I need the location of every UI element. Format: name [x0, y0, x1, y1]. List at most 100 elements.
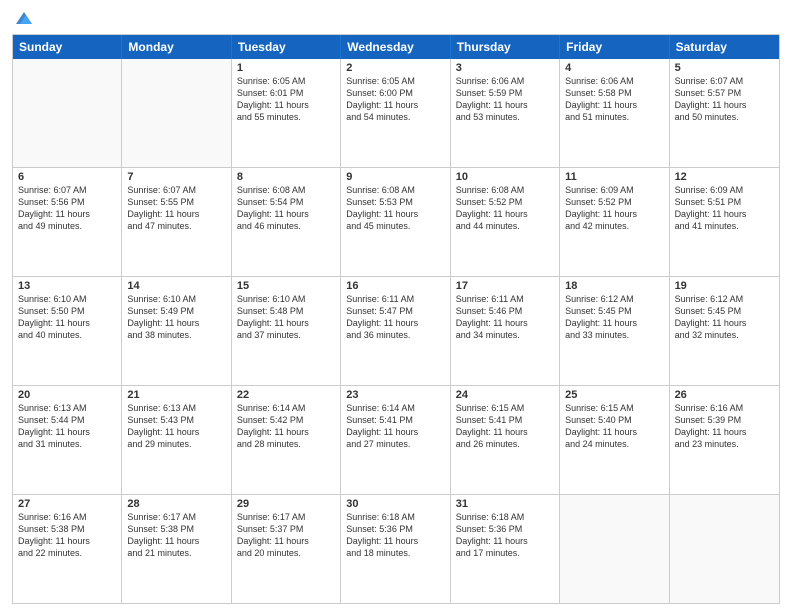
cell-text: Sunrise: 6:17 AMSunset: 5:38 PMDaylight:…	[127, 511, 225, 560]
day-number: 19	[675, 280, 774, 292]
calendar-cell: 16Sunrise: 6:11 AMSunset: 5:47 PMDayligh…	[341, 277, 450, 385]
day-number: 23	[346, 389, 444, 401]
calendar-cell: 4Sunrise: 6:06 AMSunset: 5:58 PMDaylight…	[560, 59, 669, 167]
day-number: 8	[237, 171, 335, 183]
cell-text: Sunrise: 6:12 AMSunset: 5:45 PMDaylight:…	[565, 293, 663, 342]
calendar-cell: 27Sunrise: 6:16 AMSunset: 5:38 PMDayligh…	[13, 495, 122, 603]
day-number: 12	[675, 171, 774, 183]
calendar-cell	[670, 495, 779, 603]
calendar-cell: 3Sunrise: 6:06 AMSunset: 5:59 PMDaylight…	[451, 59, 560, 167]
day-number: 31	[456, 498, 554, 510]
cell-text: Sunrise: 6:15 AMSunset: 5:40 PMDaylight:…	[565, 402, 663, 451]
day-number: 16	[346, 280, 444, 292]
day-number: 27	[18, 498, 116, 510]
day-number: 29	[237, 498, 335, 510]
day-number: 11	[565, 171, 663, 183]
day-number: 5	[675, 62, 774, 74]
cell-text: Sunrise: 6:18 AMSunset: 5:36 PMDaylight:…	[456, 511, 554, 560]
calendar-cell: 15Sunrise: 6:10 AMSunset: 5:48 PMDayligh…	[232, 277, 341, 385]
calendar-cell: 24Sunrise: 6:15 AMSunset: 5:41 PMDayligh…	[451, 386, 560, 494]
day-number: 3	[456, 62, 554, 74]
day-number: 14	[127, 280, 225, 292]
cell-text: Sunrise: 6:06 AMSunset: 5:59 PMDaylight:…	[456, 75, 554, 124]
weekday-header-tuesday: Tuesday	[232, 35, 341, 59]
calendar-cell: 1Sunrise: 6:05 AMSunset: 6:01 PMDaylight…	[232, 59, 341, 167]
calendar-cell: 17Sunrise: 6:11 AMSunset: 5:46 PMDayligh…	[451, 277, 560, 385]
calendar-cell: 26Sunrise: 6:16 AMSunset: 5:39 PMDayligh…	[670, 386, 779, 494]
calendar-cell: 8Sunrise: 6:08 AMSunset: 5:54 PMDaylight…	[232, 168, 341, 276]
cell-text: Sunrise: 6:05 AMSunset: 6:01 PMDaylight:…	[237, 75, 335, 124]
weekday-header-saturday: Saturday	[670, 35, 779, 59]
day-number: 13	[18, 280, 116, 292]
cell-text: Sunrise: 6:14 AMSunset: 5:42 PMDaylight:…	[237, 402, 335, 451]
cell-text: Sunrise: 6:11 AMSunset: 5:46 PMDaylight:…	[456, 293, 554, 342]
header	[12, 10, 780, 28]
calendar-cell	[13, 59, 122, 167]
day-number: 2	[346, 62, 444, 74]
calendar-cell	[560, 495, 669, 603]
calendar-header: SundayMondayTuesdayWednesdayThursdayFrid…	[13, 35, 779, 59]
calendar-row: 13Sunrise: 6:10 AMSunset: 5:50 PMDayligh…	[13, 277, 779, 386]
calendar-cell: 10Sunrise: 6:08 AMSunset: 5:52 PMDayligh…	[451, 168, 560, 276]
logo	[12, 10, 34, 28]
day-number: 10	[456, 171, 554, 183]
page: SundayMondayTuesdayWednesdayThursdayFrid…	[0, 0, 792, 612]
day-number: 22	[237, 389, 335, 401]
calendar-cell: 14Sunrise: 6:10 AMSunset: 5:49 PMDayligh…	[122, 277, 231, 385]
day-number: 15	[237, 280, 335, 292]
calendar-cell: 29Sunrise: 6:17 AMSunset: 5:37 PMDayligh…	[232, 495, 341, 603]
cell-text: Sunrise: 6:08 AMSunset: 5:54 PMDaylight:…	[237, 184, 335, 233]
calendar-cell	[122, 59, 231, 167]
calendar-row: 20Sunrise: 6:13 AMSunset: 5:44 PMDayligh…	[13, 386, 779, 495]
weekday-header-thursday: Thursday	[451, 35, 560, 59]
day-number: 6	[18, 171, 116, 183]
cell-text: Sunrise: 6:07 AMSunset: 5:56 PMDaylight:…	[18, 184, 116, 233]
cell-text: Sunrise: 6:10 AMSunset: 5:48 PMDaylight:…	[237, 293, 335, 342]
cell-text: Sunrise: 6:10 AMSunset: 5:50 PMDaylight:…	[18, 293, 116, 342]
calendar-cell: 21Sunrise: 6:13 AMSunset: 5:43 PMDayligh…	[122, 386, 231, 494]
calendar-row: 6Sunrise: 6:07 AMSunset: 5:56 PMDaylight…	[13, 168, 779, 277]
logo-icon	[14, 10, 34, 26]
cell-text: Sunrise: 6:12 AMSunset: 5:45 PMDaylight:…	[675, 293, 774, 342]
day-number: 9	[346, 171, 444, 183]
cell-text: Sunrise: 6:06 AMSunset: 5:58 PMDaylight:…	[565, 75, 663, 124]
day-number: 4	[565, 62, 663, 74]
calendar-row: 27Sunrise: 6:16 AMSunset: 5:38 PMDayligh…	[13, 495, 779, 603]
cell-text: Sunrise: 6:18 AMSunset: 5:36 PMDaylight:…	[346, 511, 444, 560]
calendar-cell: 6Sunrise: 6:07 AMSunset: 5:56 PMDaylight…	[13, 168, 122, 276]
calendar-cell: 28Sunrise: 6:17 AMSunset: 5:38 PMDayligh…	[122, 495, 231, 603]
calendar-cell: 5Sunrise: 6:07 AMSunset: 5:57 PMDaylight…	[670, 59, 779, 167]
day-number: 28	[127, 498, 225, 510]
calendar-cell: 13Sunrise: 6:10 AMSunset: 5:50 PMDayligh…	[13, 277, 122, 385]
cell-text: Sunrise: 6:13 AMSunset: 5:43 PMDaylight:…	[127, 402, 225, 451]
day-number: 18	[565, 280, 663, 292]
cell-text: Sunrise: 6:15 AMSunset: 5:41 PMDaylight:…	[456, 402, 554, 451]
cell-text: Sunrise: 6:07 AMSunset: 5:57 PMDaylight:…	[675, 75, 774, 124]
cell-text: Sunrise: 6:16 AMSunset: 5:39 PMDaylight:…	[675, 402, 774, 451]
day-number: 1	[237, 62, 335, 74]
cell-text: Sunrise: 6:09 AMSunset: 5:51 PMDaylight:…	[675, 184, 774, 233]
cell-text: Sunrise: 6:17 AMSunset: 5:37 PMDaylight:…	[237, 511, 335, 560]
calendar-cell: 22Sunrise: 6:14 AMSunset: 5:42 PMDayligh…	[232, 386, 341, 494]
cell-text: Sunrise: 6:16 AMSunset: 5:38 PMDaylight:…	[18, 511, 116, 560]
day-number: 20	[18, 389, 116, 401]
calendar-body: 1Sunrise: 6:05 AMSunset: 6:01 PMDaylight…	[13, 59, 779, 603]
day-number: 26	[675, 389, 774, 401]
cell-text: Sunrise: 6:08 AMSunset: 5:53 PMDaylight:…	[346, 184, 444, 233]
day-number: 25	[565, 389, 663, 401]
calendar: SundayMondayTuesdayWednesdayThursdayFrid…	[12, 34, 780, 604]
calendar-cell: 11Sunrise: 6:09 AMSunset: 5:52 PMDayligh…	[560, 168, 669, 276]
calendar-cell: 20Sunrise: 6:13 AMSunset: 5:44 PMDayligh…	[13, 386, 122, 494]
weekday-header-wednesday: Wednesday	[341, 35, 450, 59]
weekday-header-sunday: Sunday	[13, 35, 122, 59]
day-number: 17	[456, 280, 554, 292]
day-number: 7	[127, 171, 225, 183]
calendar-cell: 30Sunrise: 6:18 AMSunset: 5:36 PMDayligh…	[341, 495, 450, 603]
calendar-cell: 18Sunrise: 6:12 AMSunset: 5:45 PMDayligh…	[560, 277, 669, 385]
day-number: 30	[346, 498, 444, 510]
calendar-cell: 25Sunrise: 6:15 AMSunset: 5:40 PMDayligh…	[560, 386, 669, 494]
calendar-cell: 9Sunrise: 6:08 AMSunset: 5:53 PMDaylight…	[341, 168, 450, 276]
calendar-row: 1Sunrise: 6:05 AMSunset: 6:01 PMDaylight…	[13, 59, 779, 168]
cell-text: Sunrise: 6:08 AMSunset: 5:52 PMDaylight:…	[456, 184, 554, 233]
cell-text: Sunrise: 6:09 AMSunset: 5:52 PMDaylight:…	[565, 184, 663, 233]
